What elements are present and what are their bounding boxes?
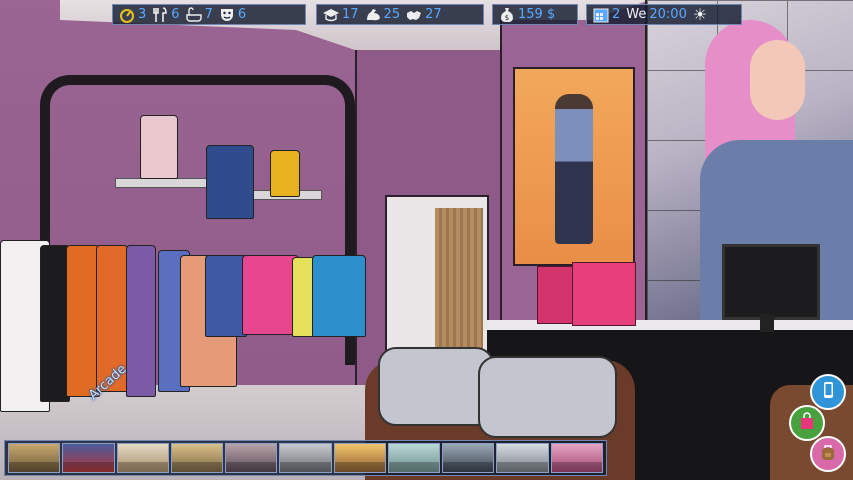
display-shelf xyxy=(115,178,207,188)
clothing-rack xyxy=(0,215,370,412)
sun-icon: ☀ xyxy=(692,4,708,24)
money-bag-icon: $ xyxy=(499,7,515,23)
location-thumbnail[interactable] xyxy=(8,443,61,473)
money-value: 159 $ xyxy=(518,6,556,22)
hanging-sweater xyxy=(206,145,254,219)
shop-button[interactable] xyxy=(789,405,825,441)
location-thumbnail[interactable] xyxy=(225,443,278,473)
mural-face xyxy=(750,40,805,120)
fitness-stat[interactable]: 25 xyxy=(365,6,401,23)
money-stat[interactable]: $ 159 $ xyxy=(499,7,555,23)
calendar-button[interactable]: 2 xyxy=(593,7,620,23)
cash-register-monitor xyxy=(722,244,820,320)
pillow xyxy=(478,356,617,438)
strength-arm-icon xyxy=(365,7,381,23)
bathtub-icon xyxy=(185,6,202,23)
location-thumbnail[interactable] xyxy=(496,443,549,473)
phone-button[interactable] xyxy=(810,374,846,410)
fun-stat[interactable]: 6 xyxy=(219,7,246,23)
day-number: 2 xyxy=(612,6,621,22)
theater-mask-icon xyxy=(219,7,235,23)
inventory-button[interactable] xyxy=(810,436,846,472)
money-panel: $ 159 $ xyxy=(492,4,578,25)
time-panel: 2 We 20:00 ☀ xyxy=(586,4,742,25)
location-thumbnail[interactable] xyxy=(550,443,603,473)
calendar-icon xyxy=(593,7,609,23)
graduation-cap-icon xyxy=(323,7,339,23)
store-scene xyxy=(0,0,853,480)
hunger-stat[interactable]: 6 xyxy=(152,6,180,23)
skills-panel: 17 25 27 xyxy=(316,4,484,25)
needs-panel: 3 6 7 6 xyxy=(112,4,306,25)
mannequin-shirt xyxy=(270,150,300,197)
fork-knife-icon xyxy=(152,6,168,23)
fitness-value: 25 xyxy=(383,6,401,22)
location-thumbnail[interactable] xyxy=(333,443,386,473)
smartphone-icon xyxy=(819,381,837,404)
location-bar xyxy=(4,440,607,476)
handshake-icon xyxy=(406,7,422,23)
fitting-curtain xyxy=(435,208,483,355)
weekday: We xyxy=(626,6,647,22)
mannequin-top xyxy=(140,115,178,179)
location-thumbnail[interactable] xyxy=(116,443,169,473)
shopping-bag-icon xyxy=(798,411,816,435)
charisma-value: 27 xyxy=(425,6,442,22)
clock-time: 20:00 xyxy=(649,6,687,22)
intelligence-stat[interactable]: 17 xyxy=(323,7,359,23)
location-thumbnail[interactable] xyxy=(170,443,224,473)
monitor-stand xyxy=(760,314,774,332)
intelligence-value: 17 xyxy=(342,6,359,22)
fun-value: 6 xyxy=(237,6,247,22)
energy-value: 3 xyxy=(138,6,147,22)
charisma-stat[interactable]: 27 xyxy=(406,7,442,23)
fashion-poster xyxy=(513,67,635,266)
location-thumbnail[interactable] xyxy=(62,443,115,473)
pillow xyxy=(378,347,494,426)
svg-text:$: $ xyxy=(505,14,509,22)
location-thumbnail[interactable] xyxy=(279,443,332,473)
location-thumbnail[interactable] xyxy=(442,443,495,473)
hunger-value: 6 xyxy=(171,6,180,22)
location-thumbnail[interactable] xyxy=(387,443,441,473)
hygiene-stat[interactable]: 7 xyxy=(185,6,213,23)
energy-gauge-icon xyxy=(119,7,135,23)
energy-stat[interactable]: 3 xyxy=(119,7,146,23)
shopping-bag-prop xyxy=(572,262,636,326)
shopping-bag-prop xyxy=(537,266,575,324)
backpack-icon xyxy=(819,443,837,466)
hygiene-value: 7 xyxy=(204,6,213,22)
clock-display: We 20:00 xyxy=(626,7,687,23)
